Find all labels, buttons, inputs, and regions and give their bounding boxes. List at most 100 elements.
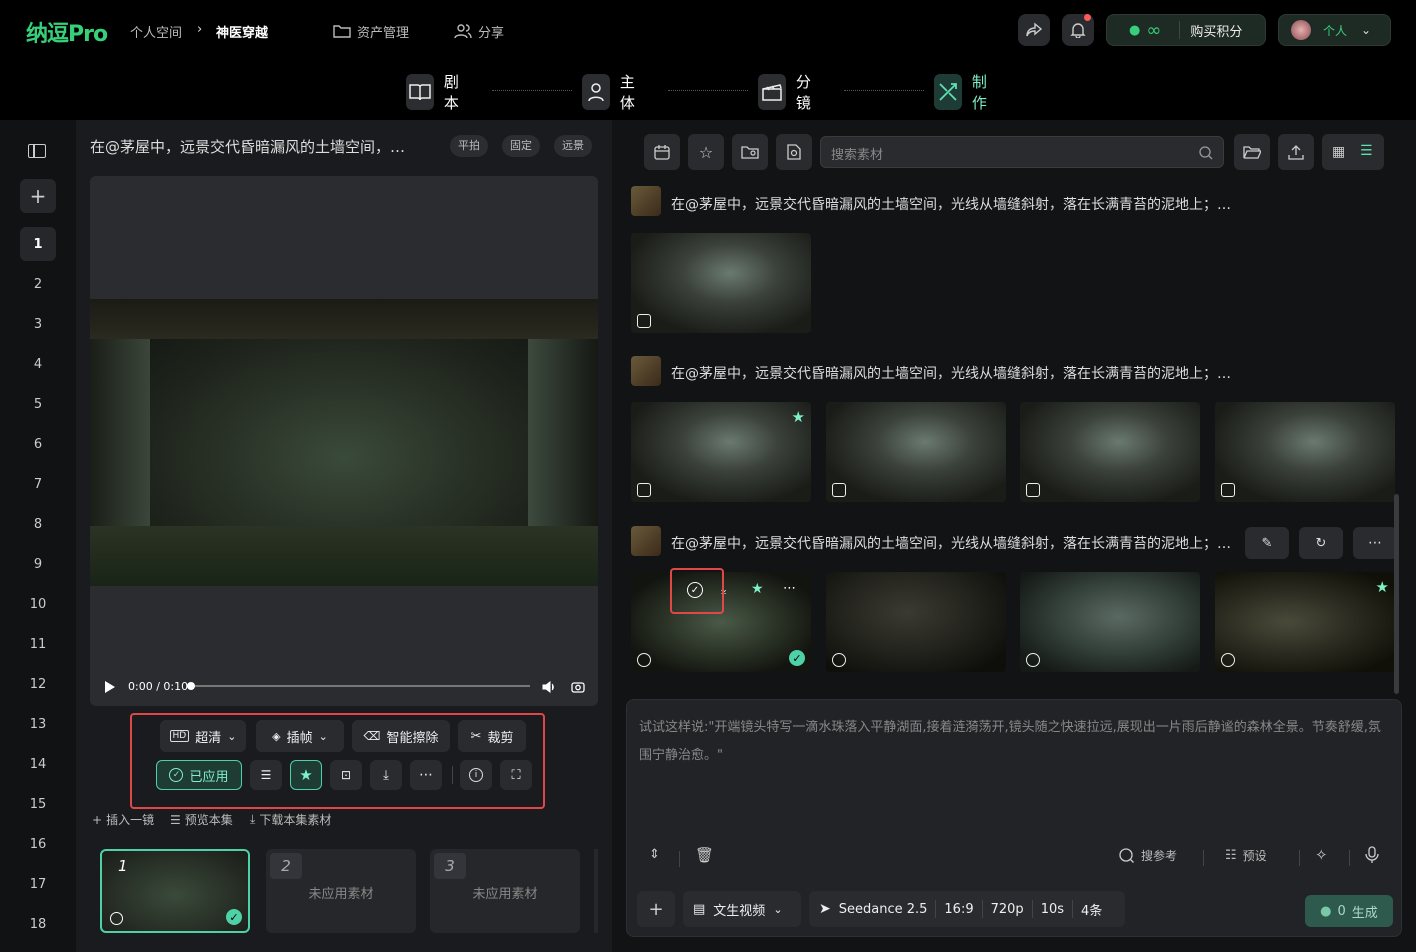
apply-check-icon[interactable]: ✓ <box>687 582 703 598</box>
preset-button[interactable]: ☷ 预设 <box>1225 847 1267 864</box>
microphone-icon[interactable] <box>1365 846 1379 864</box>
applied-label: 已应用 <box>189 769 229 785</box>
chevron-down-icon: ⌄ <box>227 729 237 743</box>
trash-icon[interactable]: 🗑 <box>695 846 714 864</box>
insert-shot-button[interactable]: + 插入一镜 <box>92 811 154 828</box>
search-list-button[interactable]: ☰ <box>250 760 282 790</box>
step-production[interactable]: 制作 <box>934 71 995 113</box>
shot-number-13[interactable]: 13 <box>20 707 56 741</box>
download-episode-button[interactable]: ⤓ 下载本集素材 <box>250 811 331 828</box>
generate-button[interactable]: ● 0 生成 <box>1305 895 1393 927</box>
play-icon[interactable] <box>104 680 116 694</box>
mode-dropdown[interactable]: ▤ 文生视频 ⌄ <box>683 891 801 927</box>
star-icon[interactable]: ★ <box>751 581 764 597</box>
shot-number-6[interactable]: 6 <box>20 427 56 461</box>
shot-card-2[interactable]: 2 未应用素材 <box>266 849 416 933</box>
prompt-composer[interactable]: 试试这样说:"开端镜头特写一滴水珠落入平静湖面,接着涟漪荡开,镜头随之快速拉远,… <box>626 699 1402 937</box>
brand-logo[interactable]: 纳逗Pro <box>26 16 108 48</box>
shot-number-1[interactable]: 1 <box>20 227 56 261</box>
shot-number-9[interactable]: 9 <box>20 547 56 581</box>
share-link[interactable]: 分享 <box>454 20 504 42</box>
view-toggle[interactable]: ▦ ☰ <box>1322 134 1384 170</box>
shot-card-3[interactable]: 3 未应用素材 <box>430 849 580 933</box>
scrollbar[interactable] <box>1394 494 1399 694</box>
buy-credits-button[interactable]: 购买积分 <box>1190 21 1242 40</box>
list-view-icon[interactable]: ☰ <box>1360 143 1373 159</box>
image-result[interactable] <box>1215 402 1395 502</box>
shot-number-18[interactable]: 18 <box>20 907 56 941</box>
video-result[interactable]: ★ <box>1215 572 1395 672</box>
grid-view-icon[interactable]: ▦ <box>1332 144 1345 160</box>
calendar-button[interactable] <box>644 134 680 170</box>
info-button[interactable]: i <box>460 760 492 790</box>
shot-number-10[interactable]: 10 <box>20 587 56 621</box>
hd-dropdown[interactable]: HD 超清 ⌄ <box>160 720 246 752</box>
shot-number-16[interactable]: 16 <box>20 827 56 861</box>
shot-number-12[interactable]: 12 <box>20 667 56 701</box>
account-menu[interactable]: 个人 ⌄ <box>1278 14 1391 46</box>
favorites-filter-button[interactable]: ☆ <box>688 134 724 170</box>
assets-link[interactable]: 资产管理 <box>333 20 409 42</box>
applied-button[interactable]: ✓ 已应用 <box>156 760 242 790</box>
shot-number-15[interactable]: 15 <box>20 787 56 821</box>
step-storyboard-label: 分镜 <box>795 73 811 112</box>
favorite-button[interactable]: ★ <box>290 760 322 790</box>
smart-erase-button[interactable]: ⌫ 智能擦除 <box>352 720 450 752</box>
upload-button[interactable] <box>1278 134 1314 170</box>
star-icon: ★ <box>299 766 313 784</box>
image-result[interactable] <box>826 402 1006 502</box>
video-frame <box>90 299 598 586</box>
shot-number-7[interactable]: 7 <box>20 467 56 501</box>
shot-card-number: 1 <box>118 857 128 875</box>
search-reference-button[interactable]: 搜参考 <box>1119 847 1177 864</box>
step-subject[interactable]: 主体 <box>582 71 643 113</box>
expand-icon[interactable]: ⇕ <box>649 847 660 862</box>
credits-panel[interactable]: ● ∞ 购买积分 <box>1106 14 1266 46</box>
more-icon[interactable]: ⋯ <box>783 581 796 596</box>
divider <box>1349 850 1350 866</box>
focus-button[interactable]: ⛶ <box>500 760 532 790</box>
image-result[interactable] <box>631 233 811 333</box>
edit-prompt-button[interactable]: ✎ <box>1245 527 1289 559</box>
image-result[interactable]: ★ <box>631 402 811 502</box>
progress-bar[interactable] <box>187 682 530 690</box>
asset-search-input[interactable]: 搜索素材 <box>820 136 1224 168</box>
shot-number-14[interactable]: 14 <box>20 747 56 781</box>
shot-number-3[interactable]: 3 <box>20 307 56 341</box>
preview-episode-button[interactable]: ☰ 预览本集 <box>170 811 233 828</box>
add-button[interactable]: + <box>637 891 675 927</box>
video-result[interactable] <box>826 572 1006 672</box>
volume-icon[interactable] <box>542 680 556 694</box>
share-button[interactable] <box>1018 14 1050 46</box>
regenerate-button[interactable]: ↻ <box>1299 527 1343 559</box>
crop-button[interactable]: ✂ 裁剪 <box>458 720 526 752</box>
shot-number-8[interactable]: 8 <box>20 507 56 541</box>
image-result[interactable] <box>1020 402 1200 502</box>
notification-button[interactable] <box>1062 14 1094 46</box>
add-shot-button[interactable]: + <box>20 179 56 213</box>
panel-toggle-icon[interactable] <box>28 144 46 158</box>
more-options-button[interactable]: ⋯ <box>1353 527 1397 559</box>
file-search-button[interactable] <box>776 134 812 170</box>
shot-number-17[interactable]: 17 <box>20 867 56 901</box>
sparkle-icon[interactable]: ✧ <box>1315 846 1328 864</box>
subject-folder-button[interactable] <box>732 134 768 170</box>
video-player[interactable]: 0:00 / 0:10 <box>90 176 598 706</box>
video-result[interactable] <box>1020 572 1200 672</box>
open-folder-button[interactable] <box>1234 134 1270 170</box>
shot-number-2[interactable]: 2 <box>20 267 56 301</box>
breadcrumb-space[interactable]: 个人空间 <box>130 22 182 41</box>
save-frame-button[interactable]: ⊡ <box>330 760 362 790</box>
interpolation-dropdown[interactable]: ◈ 插帧 ⌄ <box>256 720 344 752</box>
shot-number-5[interactable]: 5 <box>20 387 56 421</box>
download-button[interactable]: ⤓ <box>370 760 402 790</box>
more-button[interactable]: ⋯ <box>410 760 442 790</box>
step-storyboard[interactable]: 分镜 <box>758 71 819 113</box>
shot-number-4[interactable]: 4 <box>20 347 56 381</box>
shot-number-11[interactable]: 11 <box>20 627 56 661</box>
model-settings[interactable]: ➤ Seedance 2.5 16:9 720p 10s 4条 <box>809 891 1125 927</box>
step-connector <box>844 90 924 91</box>
step-script[interactable]: 剧本 <box>406 71 467 113</box>
shot-card-1[interactable]: 1 ✓ <box>100 849 250 933</box>
camera-icon[interactable] <box>571 680 585 694</box>
